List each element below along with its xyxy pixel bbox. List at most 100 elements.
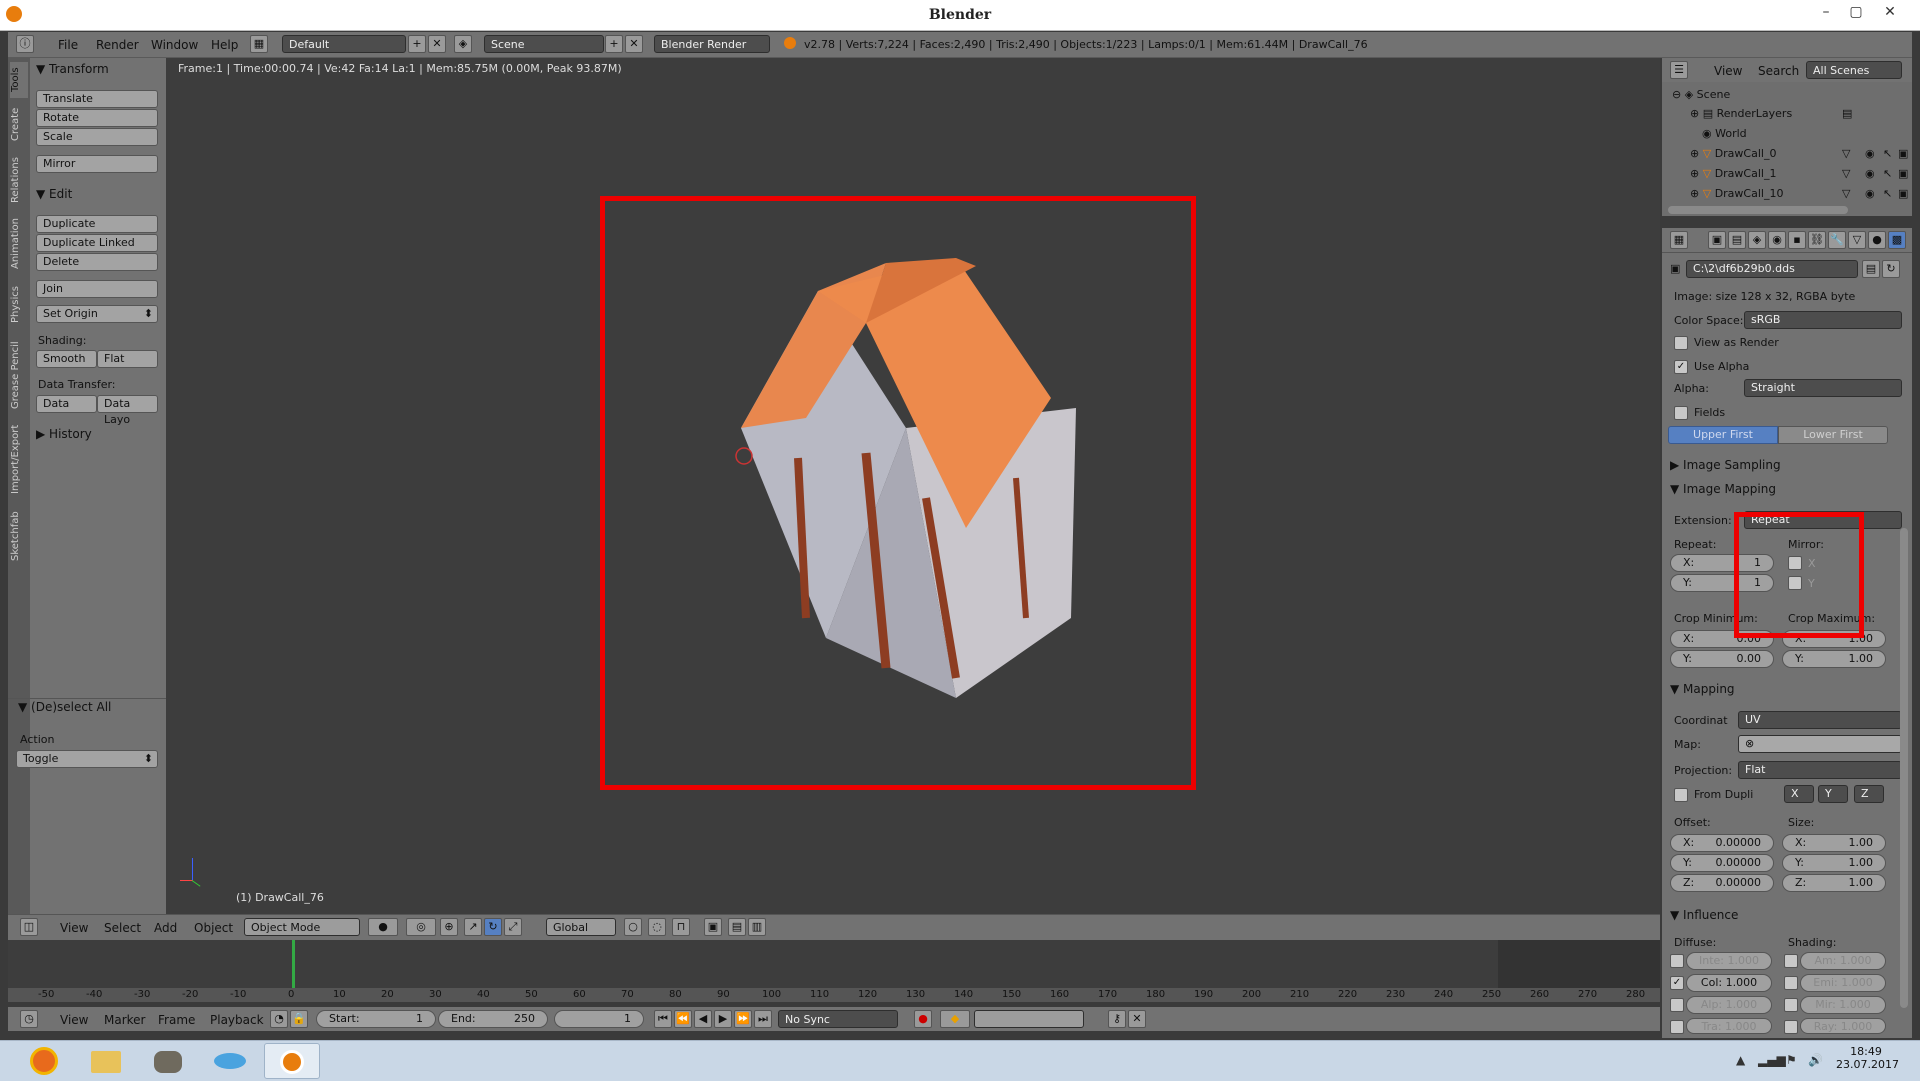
- start-frame-field[interactable]: Start: 1: [316, 1010, 436, 1028]
- ambient-field[interactable]: Am: 1.000: [1800, 952, 1886, 970]
- flag-icon[interactable]: ⚑: [1786, 1053, 1797, 1067]
- emit-checkbox[interactable]: [1784, 976, 1798, 990]
- menu-view[interactable]: View: [60, 1013, 88, 1027]
- panel-transform-header[interactable]: ▼ Transform: [36, 62, 109, 76]
- transform-orientation-select[interactable]: Global: [546, 918, 616, 936]
- data-button[interactable]: Data: [36, 395, 97, 413]
- scene-tab-icon[interactable]: ◈: [1748, 231, 1766, 249]
- film-icon[interactable]: ▥: [748, 918, 766, 936]
- play-reverse-icon[interactable]: ◀: [694, 1010, 712, 1028]
- translucency-checkbox[interactable]: [1670, 1020, 1684, 1034]
- remove-scene-icon[interactable]: ✕: [625, 35, 643, 53]
- blender-taskbar-icon[interactable]: [264, 1043, 320, 1079]
- scale-manipulator-icon[interactable]: ⤢: [504, 918, 522, 936]
- constraints-tab-icon[interactable]: ⛓: [1808, 231, 1826, 249]
- object-data-icon[interactable]: ▽: [1842, 187, 1850, 200]
- scene-icon[interactable]: ◈: [454, 35, 472, 53]
- delete-button[interactable]: Delete: [36, 253, 158, 271]
- mirror-influence-checkbox[interactable]: [1784, 998, 1798, 1012]
- browse-file-icon[interactable]: ▤: [1862, 260, 1880, 278]
- menu-file[interactable]: File: [58, 38, 78, 52]
- tab-create[interactable]: Create: [10, 102, 28, 146]
- scale-button[interactable]: Scale: [36, 128, 158, 146]
- size-x-field[interactable]: X: 1.00: [1782, 834, 1886, 852]
- map-field[interactable]: ⊗: [1738, 735, 1902, 753]
- set-origin-select[interactable]: Set Origin ⬍: [36, 305, 158, 323]
- snap-icon[interactable]: ⊓: [672, 918, 690, 936]
- preview-range-icon[interactable]: ◔: [270, 1010, 288, 1028]
- menu-view[interactable]: View: [60, 921, 88, 935]
- jump-key-back-icon[interactable]: ⏪: [674, 1010, 692, 1028]
- rotate-manipulator-icon[interactable]: ↻: [484, 918, 502, 936]
- alpha-select[interactable]: Straight: [1744, 379, 1902, 397]
- pivot-icon[interactable]: ◎: [406, 918, 436, 936]
- remove-layout-icon[interactable]: ✕: [428, 35, 446, 53]
- panel-edit-header[interactable]: ▼ Edit: [36, 187, 72, 201]
- visibility-eye-icon[interactable]: ◉: [1865, 147, 1875, 160]
- render-tab-icon[interactable]: ▣: [1708, 231, 1726, 249]
- tree-item-renderlayers[interactable]: ⊕ ▤ RenderLayers: [1690, 107, 1792, 120]
- timeline-area[interactable]: -50 -40 -30 -20 -10 0 10 20 30 40 50 60 …: [8, 940, 1660, 1002]
- file-explorer-icon[interactable]: [78, 1043, 134, 1079]
- screen-layout-icon[interactable]: ▦: [250, 35, 268, 53]
- tree-item-drawcall-0[interactable]: ⊕ ▽ DrawCall_0: [1690, 147, 1776, 160]
- color-field[interactable]: Col: 1.000: [1686, 974, 1772, 992]
- clock[interactable]: 18:49 23.07.2017: [1836, 1045, 1899, 1071]
- editor-type-icon[interactable]: ▦: [1670, 231, 1688, 249]
- rotate-button[interactable]: Rotate: [36, 109, 158, 127]
- object-data-icon[interactable]: ▽: [1842, 167, 1850, 180]
- panel-image-sampling[interactable]: ▶ Image Sampling: [1670, 458, 1781, 472]
- render-engine-select[interactable]: Blender Render: [654, 35, 770, 53]
- select-arrow-icon[interactable]: ↖: [1883, 147, 1892, 160]
- upper-first-button[interactable]: Upper First: [1668, 426, 1778, 444]
- menu-add[interactable]: Add: [154, 921, 177, 935]
- outliner-scrollbar[interactable]: [1668, 206, 1848, 214]
- tree-item-scene[interactable]: ⊖ ◈ Scene: [1672, 88, 1730, 101]
- jump-key-forward-icon[interactable]: ⏩: [734, 1010, 752, 1028]
- menu-select[interactable]: Select: [104, 921, 141, 935]
- translate-manipulator-icon[interactable]: ↗: [464, 918, 482, 936]
- tree-item-world[interactable]: ◉ World: [1702, 127, 1747, 140]
- network-icon[interactable]: ▂▄▆: [1758, 1053, 1786, 1067]
- menu-playback[interactable]: Playback: [210, 1013, 264, 1027]
- offset-z-field[interactable]: Z: 0.00000: [1670, 874, 1774, 892]
- current-frame-field[interactable]: 1: [554, 1010, 644, 1028]
- image-path-field[interactable]: C:\2\df6b29b0.dds: [1686, 260, 1858, 278]
- material-tab-icon[interactable]: ●: [1868, 231, 1886, 249]
- sync-select[interactable]: No Sync: [778, 1010, 898, 1028]
- lock-icon[interactable]: 🔒: [290, 1010, 308, 1028]
- insert-keyframe-icon[interactable]: ⚷: [1108, 1010, 1126, 1028]
- texture-tab-icon[interactable]: ▩: [1888, 231, 1906, 249]
- record-icon[interactable]: ●: [914, 1010, 932, 1028]
- ambient-checkbox[interactable]: [1784, 954, 1798, 968]
- render-preview-icon[interactable]: ▣: [704, 918, 722, 936]
- ray-mirror-field[interactable]: Ray: 1.000: [1800, 1018, 1886, 1034]
- menu-help[interactable]: Help: [211, 38, 238, 52]
- editor-type-icon[interactable]: ⓘ: [16, 35, 34, 53]
- emit-field[interactable]: Emi: 1.000: [1800, 974, 1886, 992]
- scene-field[interactable]: Scene: [484, 35, 604, 53]
- tree-item-drawcall-10[interactable]: ⊕ ▽ DrawCall_10: [1690, 187, 1783, 200]
- render-camera-icon[interactable]: ▣: [1898, 187, 1908, 200]
- menu-view[interactable]: View: [1714, 64, 1742, 78]
- crop-min-y-field[interactable]: Y: 0.00: [1670, 650, 1774, 668]
- object-tab-icon[interactable]: ▪: [1788, 231, 1806, 249]
- projection-select[interactable]: Flat: [1738, 761, 1902, 779]
- tab-import-export[interactable]: Import/Export: [10, 420, 28, 498]
- current-frame-indicator[interactable]: [292, 940, 295, 988]
- panel-influence[interactable]: ▼ Influence: [1670, 908, 1738, 922]
- lower-first-button[interactable]: Lower First: [1778, 426, 1888, 444]
- panel-image-mapping[interactable]: ▼ Image Mapping: [1670, 482, 1776, 496]
- crop-max-y-field[interactable]: Y: 1.00: [1782, 650, 1886, 668]
- world-tab-icon[interactable]: ◉: [1768, 231, 1786, 249]
- gimp-icon[interactable]: [140, 1043, 196, 1079]
- keying-icon[interactable]: ◆: [940, 1010, 970, 1028]
- tab-tools[interactable]: Tools: [10, 62, 28, 98]
- select-arrow-icon[interactable]: ↖: [1883, 167, 1892, 180]
- action-select[interactable]: Toggle ⬍: [16, 750, 158, 768]
- properties-scrollbar[interactable]: [1900, 528, 1908, 1008]
- coordinates-select[interactable]: UV: [1738, 711, 1902, 729]
- menu-marker[interactable]: Marker: [104, 1013, 145, 1027]
- tab-sketchfab[interactable]: Sketchfab: [10, 504, 28, 568]
- join-button[interactable]: Join: [36, 280, 158, 298]
